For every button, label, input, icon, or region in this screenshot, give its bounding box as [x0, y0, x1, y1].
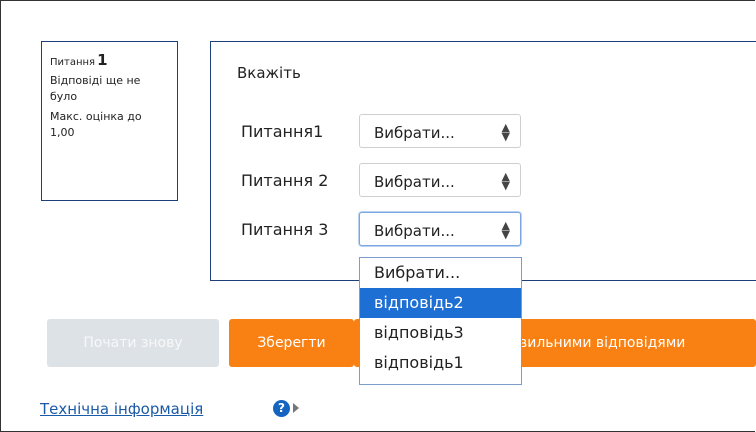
up-down-caret-icon: ▲ ▼ — [501, 170, 510, 192]
question-circle-icon[interactable]: ? — [273, 400, 290, 417]
dropdown-option[interactable]: відповідь1 — [360, 348, 521, 378]
question-info-box: Питання 1 Відповіді ще не було Макс. оцін… — [41, 41, 178, 201]
match-row-label: Питання 3 — [241, 220, 329, 239]
up-down-caret-icon: ▲ ▼ — [501, 121, 510, 143]
question-number: 1 — [97, 51, 108, 69]
match-row-label: Питання 2 — [241, 171, 329, 190]
dropdown-option[interactable]: відповідь3 — [360, 318, 521, 348]
dropdown-option-highlighted[interactable]: відповідь2 — [360, 288, 521, 318]
dropdown-option[interactable]: Вибрати... — [360, 258, 521, 288]
select-value: Вибрати... — [374, 222, 455, 240]
question-panel: Вкажіть Питання1 Вибрати... ▲ ▼ Питання 2… — [210, 41, 756, 281]
max-mark: Макс. оцінка до 1,00 — [50, 110, 142, 139]
caret-right-icon[interactable] — [293, 403, 299, 413]
select-dropdown-list: Вибрати... відповідь2 відповідь3 відпові… — [359, 257, 522, 385]
save-button[interactable]: Зберегти — [229, 319, 354, 367]
select-value: Вибрати... — [374, 173, 455, 191]
question-number-heading: Питання 1 — [50, 52, 169, 71]
select-value: Вибрати... — [374, 124, 455, 142]
question-label: Питання — [50, 57, 96, 68]
answer-select-1[interactable]: Вибрати... ▲ ▼ — [359, 114, 521, 148]
up-down-caret-icon: ▲ ▼ — [501, 219, 510, 241]
answer-select-3[interactable]: Вибрати... ▲ ▼ — [359, 212, 521, 246]
answer-select-2[interactable]: Вибрати... ▲ ▼ — [359, 163, 521, 197]
technical-info-link[interactable]: Технічна інформація — [40, 400, 203, 418]
answer-status: Відповіді ще не було — [50, 74, 141, 103]
match-row-label: Питання1 — [241, 122, 324, 141]
question-prompt: Вкажіть — [237, 64, 301, 82]
restart-button[interactable]: Почати знову — [47, 319, 219, 367]
